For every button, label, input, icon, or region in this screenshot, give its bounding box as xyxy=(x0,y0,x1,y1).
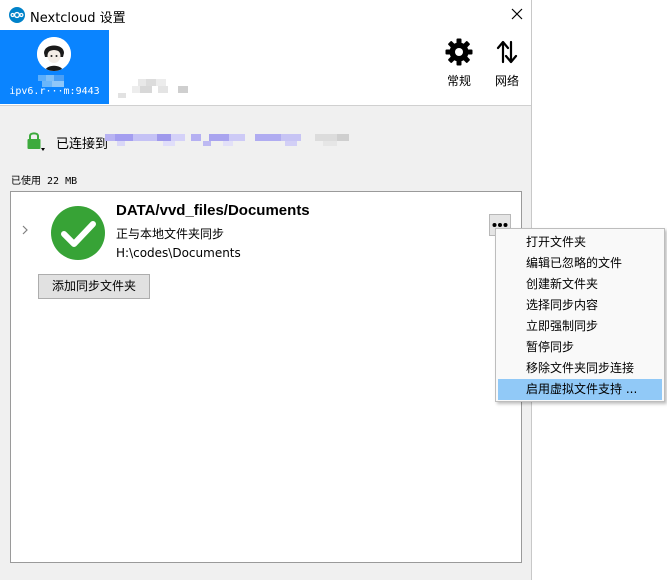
blurred-account-info xyxy=(38,72,72,87)
menu-item-enable-virtual-files[interactable]: 启用虚拟文件支持 ... xyxy=(498,379,662,400)
nav-general-button[interactable]: 常规 xyxy=(439,38,479,98)
nextcloud-logo-icon xyxy=(9,7,25,23)
lock-icon xyxy=(27,132,45,151)
gear-icon xyxy=(445,38,473,66)
menu-item-open-folder[interactable]: 打开文件夹 xyxy=(498,232,662,253)
menu-item-edit-ignored-files[interactable]: 编辑已忽略的文件 xyxy=(498,253,662,274)
menu-item-create-new-folder[interactable]: 创建新文件夹 xyxy=(498,274,662,295)
blurred-account-name xyxy=(118,79,188,98)
settings-window: Nextcloud 设置 ipv6.r···m:9443 常规 网络 已连接到 … xyxy=(0,0,532,580)
connected-label: 已连接到 xyxy=(56,137,109,152)
blurred-server-address xyxy=(105,134,349,146)
check-circle-icon xyxy=(51,206,105,260)
nav-network-label: 网络 xyxy=(494,74,519,88)
menu-item-remove-sync-connection[interactable]: 移除文件夹同步连接 xyxy=(498,358,662,379)
folder-name: DATA/vvd_files/Documents xyxy=(116,202,310,219)
folder-context-menu: 打开文件夹 编辑已忽略的文件 创建新文件夹 选择同步内容 立即强制同步 暂停同步… xyxy=(495,228,665,402)
nav-general-label: 常规 xyxy=(446,74,471,88)
chevron-right-icon[interactable] xyxy=(20,224,30,236)
settings-header: ipv6.r···m:9443 常规 网络 xyxy=(0,30,531,106)
window-title: Nextcloud 设置 xyxy=(30,11,126,26)
folder-sync-status: 正与本地文件夹同步 xyxy=(116,227,225,241)
folder-local-path: H:\codes\Documents xyxy=(116,246,241,260)
menu-item-pause-sync[interactable]: 暂停同步 xyxy=(498,337,662,358)
folder-list-panel: DATA/vvd_files/Documents 正与本地文件夹同步 H:\co… xyxy=(10,191,522,563)
nav-network-button[interactable]: 网络 xyxy=(487,38,527,98)
close-icon[interactable] xyxy=(506,3,528,25)
add-sync-folder-button[interactable]: 添加同步文件夹 xyxy=(38,274,150,299)
account-tab[interactable]: ipv6.r···m:9443 xyxy=(0,30,109,104)
connection-status: 已连接到 xyxy=(25,130,525,152)
storage-usage-label: 已使用 22 MB xyxy=(11,176,78,187)
up-down-arrows-icon xyxy=(496,40,518,64)
menu-item-force-sync-now[interactable]: 立即强制同步 xyxy=(498,316,662,337)
avatar xyxy=(37,37,71,71)
title-bar: Nextcloud 设置 xyxy=(0,0,531,30)
account-tab-label: ipv6.r···m:9443 xyxy=(9,86,100,97)
menu-item-choose-sync-content[interactable]: 选择同步内容 xyxy=(498,295,662,316)
